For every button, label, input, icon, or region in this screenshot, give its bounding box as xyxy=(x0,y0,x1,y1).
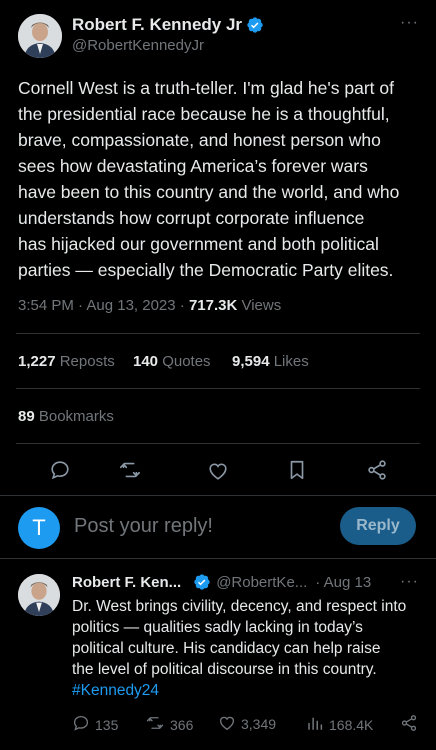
reply-button[interactable]: Reply xyxy=(340,507,416,545)
reply-more-options-icon[interactable]: ··· xyxy=(400,573,419,591)
like-icon xyxy=(218,714,241,734)
views-icon xyxy=(306,714,329,735)
reply-likes-count: 3,349 xyxy=(241,716,277,732)
reply-icon xyxy=(72,714,95,735)
reply-reposts-count: 366 xyxy=(170,716,194,733)
like-icon[interactable] xyxy=(207,460,229,481)
reply-replies-button[interactable]: 135 xyxy=(72,714,118,735)
bookmark-icon[interactable] xyxy=(287,459,307,481)
hashtag-link[interactable]: #Kennedy24 xyxy=(72,680,432,701)
divider xyxy=(16,443,420,444)
quotes-stat[interactable]: 140 Quotes xyxy=(133,353,211,371)
author-avatar[interactable] xyxy=(18,14,62,58)
repost-icon xyxy=(145,714,170,735)
views-label: Views xyxy=(237,297,282,314)
reply-share-button[interactable] xyxy=(400,714,423,735)
reply-like-button[interactable]: 3,349 xyxy=(218,714,276,734)
reply-author-name[interactable]: Robert F. Ken... xyxy=(72,574,181,591)
reply-input[interactable]: Post your reply! xyxy=(74,515,213,538)
author-name[interactable]: Robert F. Kennedy Jr xyxy=(72,15,242,35)
tweet-text: Cornell West is a truth-teller. I'm glad… xyxy=(18,78,400,280)
divider xyxy=(16,388,420,389)
share-icon[interactable] xyxy=(366,459,388,481)
reply-author-handle[interactable]: @RobertKe... xyxy=(216,574,307,591)
reply-replies-count: 135 xyxy=(95,716,119,733)
current-user-avatar[interactable]: T xyxy=(18,507,60,549)
tweet-timestamp[interactable]: 3:54 PM · Aug 13, 2023 · 717.3K Views xyxy=(18,297,281,314)
reply-author-avatar[interactable] xyxy=(18,574,60,616)
reply-views-button[interactable]: 168.4K xyxy=(306,714,373,735)
reply-icon[interactable] xyxy=(49,459,71,481)
share-icon xyxy=(400,714,423,735)
views-count: 717.3K xyxy=(188,297,238,314)
reply-views-count: 168.4K xyxy=(329,716,374,733)
divider xyxy=(0,495,436,496)
reply-date[interactable]: · Aug 13 xyxy=(315,574,371,591)
divider xyxy=(16,333,420,334)
reply-text: Dr. West brings civility, decency, and r… xyxy=(72,596,432,701)
verified-badge-icon xyxy=(246,16,264,34)
more-options-icon[interactable]: ··· xyxy=(400,14,419,32)
author-handle[interactable]: @RobertKennedyJr xyxy=(72,37,204,54)
reply-repost-button[interactable]: 366 xyxy=(145,714,193,735)
likes-stat[interactable]: 9,594 Likes xyxy=(232,353,309,371)
divider xyxy=(0,558,436,559)
bookmarks-stat[interactable]: 89 Bookmarks xyxy=(18,408,114,426)
repost-icon[interactable] xyxy=(118,459,142,481)
verified-badge-icon xyxy=(193,573,211,591)
reposts-stat[interactable]: 1,227 Reposts xyxy=(18,353,115,371)
